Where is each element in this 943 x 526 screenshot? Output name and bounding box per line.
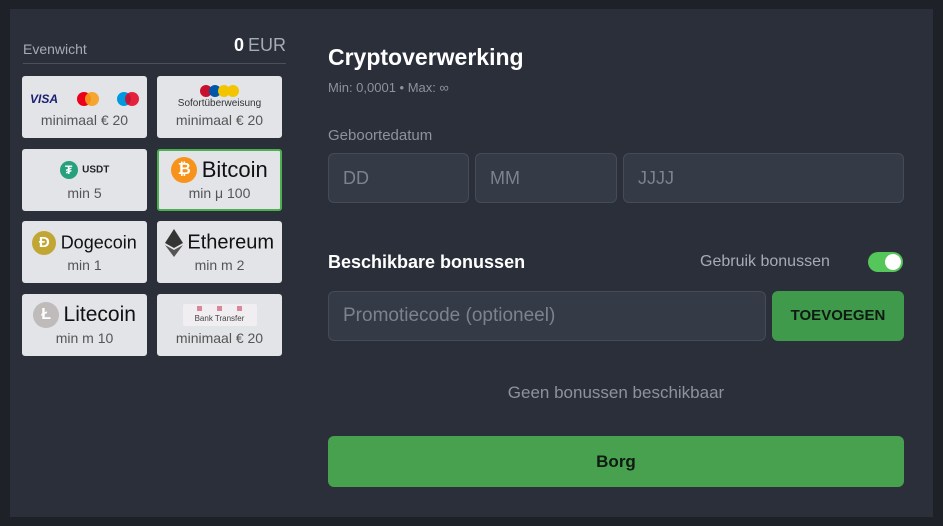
ethereum-logo: Ethereum xyxy=(159,229,280,257)
min-amount: minimaal € 20 xyxy=(175,112,264,128)
payment-method-sofort[interactable]: Sofortüberweisung minimaal € 20 xyxy=(157,76,282,138)
dogecoin-label: Dogecoin xyxy=(60,232,137,253)
payment-method-bitcoin[interactable]: ₿ Bitcoin min μ 100 xyxy=(157,149,282,211)
birthdate-day-input[interactable] xyxy=(328,153,469,203)
balance-value: 0 xyxy=(233,35,244,55)
deposit-limits: Min: 0,0001 • Max: ∞ xyxy=(328,80,449,95)
ethereum-label: Ethereum xyxy=(187,231,275,254)
usdt-logo: ₮ USDT xyxy=(24,161,145,179)
deposit-panel: Evenwicht 0 EUR VISA minimaal € 20 Sofort… xyxy=(10,9,933,517)
visa-logo: VISA xyxy=(30,92,59,106)
balance-label: Evenwicht xyxy=(23,41,87,57)
min-amount: min μ 100 xyxy=(188,185,251,201)
bank-transfer-text: Bank Transfer xyxy=(194,314,245,323)
min-amount: minimaal € 20 xyxy=(40,112,129,128)
min-amount: min 1 xyxy=(67,257,102,273)
bitcoin-label: Bitcoin xyxy=(201,157,268,182)
dogecoin-logo: Đ Dogecoin xyxy=(24,231,145,255)
usdt-label: USDT xyxy=(82,164,110,176)
litecoin-label: Litecoin xyxy=(63,303,136,326)
birthdate-year-input[interactable] xyxy=(623,153,904,203)
promo-code-input[interactable] xyxy=(328,291,766,341)
litecoin-logo: Ł Litecoin xyxy=(24,302,145,328)
bank-transfer-badge-icon: Bank Transfer xyxy=(182,304,257,326)
balance-currency: EUR xyxy=(247,35,286,55)
bank-transfer-logo: Bank Transfer xyxy=(159,304,280,331)
ethereum-icon xyxy=(164,229,183,257)
eps-badges-icon xyxy=(159,84,280,97)
payment-method-dogecoin[interactable]: Đ Dogecoin min 1 xyxy=(22,221,147,283)
payment-method-usdt[interactable]: ₮ USDT min 5 xyxy=(22,149,147,211)
birthdate-month-input[interactable] xyxy=(475,153,617,203)
add-promo-button[interactable]: TOEVOEGEN xyxy=(772,291,904,341)
sofort-logo-text: Sofortüberweisung xyxy=(177,98,262,109)
min-amount: min m 10 xyxy=(55,330,114,346)
min-amount: min m 2 xyxy=(194,257,245,273)
card-logos: VISA xyxy=(24,90,145,108)
bitcoin-icon: ₿ xyxy=(171,157,198,183)
no-bonuses-message: Geen bonussen beschikbaar xyxy=(507,383,725,402)
bonuses-heading: Beschikbare bonussen xyxy=(328,252,526,272)
use-bonuses-label: Gebruik bonussen xyxy=(700,253,830,270)
use-bonuses-toggle[interactable] xyxy=(868,252,903,272)
tether-icon: ₮ xyxy=(59,161,78,179)
bitcoin-logo: ₿ Bitcoin xyxy=(159,157,280,183)
maestro-logo-icon xyxy=(116,91,139,106)
payment-method-ethereum[interactable]: Ethereum min m 2 xyxy=(157,221,282,283)
min-amount: minimaal € 20 xyxy=(175,330,264,346)
mastercard-logo-icon xyxy=(76,91,99,106)
payment-method-cards[interactable]: VISA minimaal € 20 xyxy=(22,76,147,138)
min-amount: min 5 xyxy=(67,185,102,201)
toggle-knob xyxy=(885,254,901,270)
payment-method-litecoin[interactable]: Ł Litecoin min m 10 xyxy=(22,294,147,356)
payment-method-bank-transfer[interactable]: Bank Transfer minimaal € 20 xyxy=(157,294,282,356)
deposit-submit-button[interactable]: Borg xyxy=(328,436,904,487)
birthdate-label: Geboortedatum xyxy=(328,127,433,144)
dogecoin-icon: Đ xyxy=(32,231,57,255)
balance-amount: 0 EUR xyxy=(234,35,286,56)
litecoin-icon: Ł xyxy=(33,302,60,328)
page-title: Cryptoverwerking xyxy=(328,44,524,70)
balance-row: Evenwicht 0 EUR xyxy=(23,23,286,64)
sofort-logo: Sofortüberweisung xyxy=(159,84,280,109)
